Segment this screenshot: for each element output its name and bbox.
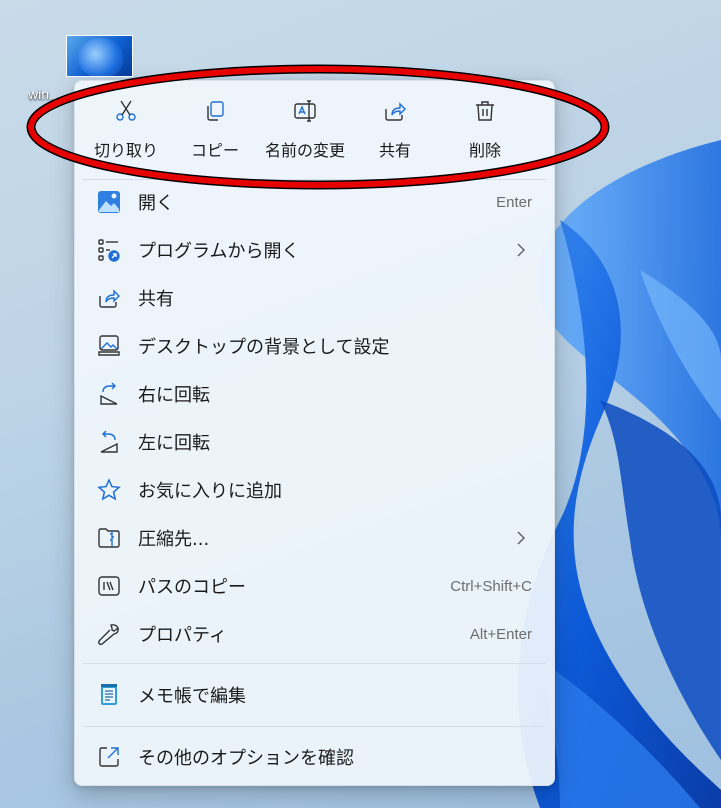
delete-button[interactable]: 削除	[437, 91, 533, 173]
star-icon	[97, 478, 121, 502]
open-with-icon	[97, 238, 121, 262]
menu-item-more-options[interactable]: その他のオプションを確認	[79, 735, 550, 779]
scissors-icon	[116, 100, 136, 121]
wallpaper-icon	[97, 334, 121, 358]
open-with-label: プログラムから開く	[138, 241, 300, 262]
compress-label: 圧縮先...	[138, 529, 210, 550]
menu-item-set-wallpaper[interactable]: デスクトップの背景として設定	[79, 324, 550, 368]
quick-action-bar: 切り取り コピー 名前の変更 共有 削除	[75, 91, 554, 173]
rename-icon	[294, 100, 316, 122]
properties-label: プロパティ	[138, 625, 227, 646]
photos-app-icon	[97, 190, 121, 214]
delete-label: 削除	[468, 141, 501, 160]
notepad-icon	[97, 683, 121, 707]
rotate-right-icon	[97, 382, 121, 406]
rotate-left-label: 左に回転	[138, 433, 210, 454]
copy-path-label: パスのコピー	[138, 577, 246, 598]
desktop-file-icon[interactable]	[66, 35, 133, 77]
share-button[interactable]: 共有	[347, 91, 443, 173]
menu-item-open[interactable]: 開く Enter	[79, 180, 550, 224]
set-wallpaper-label: デスクトップの背景として設定	[138, 337, 390, 358]
rotate-right-label: 右に回転	[138, 385, 210, 406]
menu-divider	[83, 726, 546, 727]
copy-icon	[207, 101, 224, 121]
menu-item-rotate-right[interactable]: 右に回転	[79, 372, 550, 416]
menu-item-add-favorite[interactable]: お気に入りに追加	[79, 468, 550, 512]
open-shortcut: Enter	[496, 193, 532, 211]
share-icon	[385, 102, 406, 121]
rename-label: 名前の変更	[264, 141, 345, 160]
more-options-label: その他のオプションを確認	[138, 748, 354, 769]
properties-shortcut: Alt+Enter	[469, 625, 532, 643]
menu-divider	[83, 663, 546, 664]
menu-item-open-with[interactable]: プログラムから開く	[79, 228, 550, 272]
more-options-icon	[97, 745, 121, 769]
trash-icon	[476, 101, 494, 121]
menu-item-copy-path[interactable]: パスのコピー Ctrl+Shift+C	[79, 564, 550, 608]
menu-item-share[interactable]: 共有	[79, 276, 550, 320]
zip-folder-icon	[97, 526, 121, 550]
cut-label: 切り取り	[93, 141, 158, 160]
chevron-right-icon	[517, 243, 525, 257]
copy-button[interactable]: コピー	[167, 91, 263, 173]
wrench-icon	[97, 622, 121, 646]
cut-button[interactable]: 切り取り	[78, 91, 174, 173]
menu-item-properties[interactable]: プロパティ Alt+Enter	[79, 612, 550, 656]
open-label: 開く	[138, 193, 174, 214]
copy-label: コピー	[190, 141, 239, 160]
edit-notepad-label: メモ帳で編集	[138, 686, 246, 707]
chevron-right-icon	[517, 531, 525, 545]
menu-item-edit-notepad[interactable]: メモ帳で編集	[79, 673, 550, 717]
share-label: 共有	[138, 289, 174, 310]
context-menu: 切り取り コピー 名前の変更 共有 削除 開く Enter プログラムから開く …	[74, 80, 555, 786]
rename-button[interactable]: 名前の変更	[257, 91, 353, 173]
rotate-left-icon	[97, 430, 121, 454]
image-thumbnail-icon	[66, 35, 133, 77]
menu-item-compress[interactable]: 圧縮先...	[79, 516, 550, 560]
copy-path-shortcut: Ctrl+Shift+C	[450, 577, 532, 595]
copy-path-icon	[97, 574, 121, 598]
share-label: 共有	[378, 141, 411, 160]
share-icon	[97, 286, 121, 310]
menu-item-rotate-left[interactable]: 左に回転	[79, 420, 550, 464]
add-favorite-label: お気に入りに追加	[138, 481, 282, 502]
